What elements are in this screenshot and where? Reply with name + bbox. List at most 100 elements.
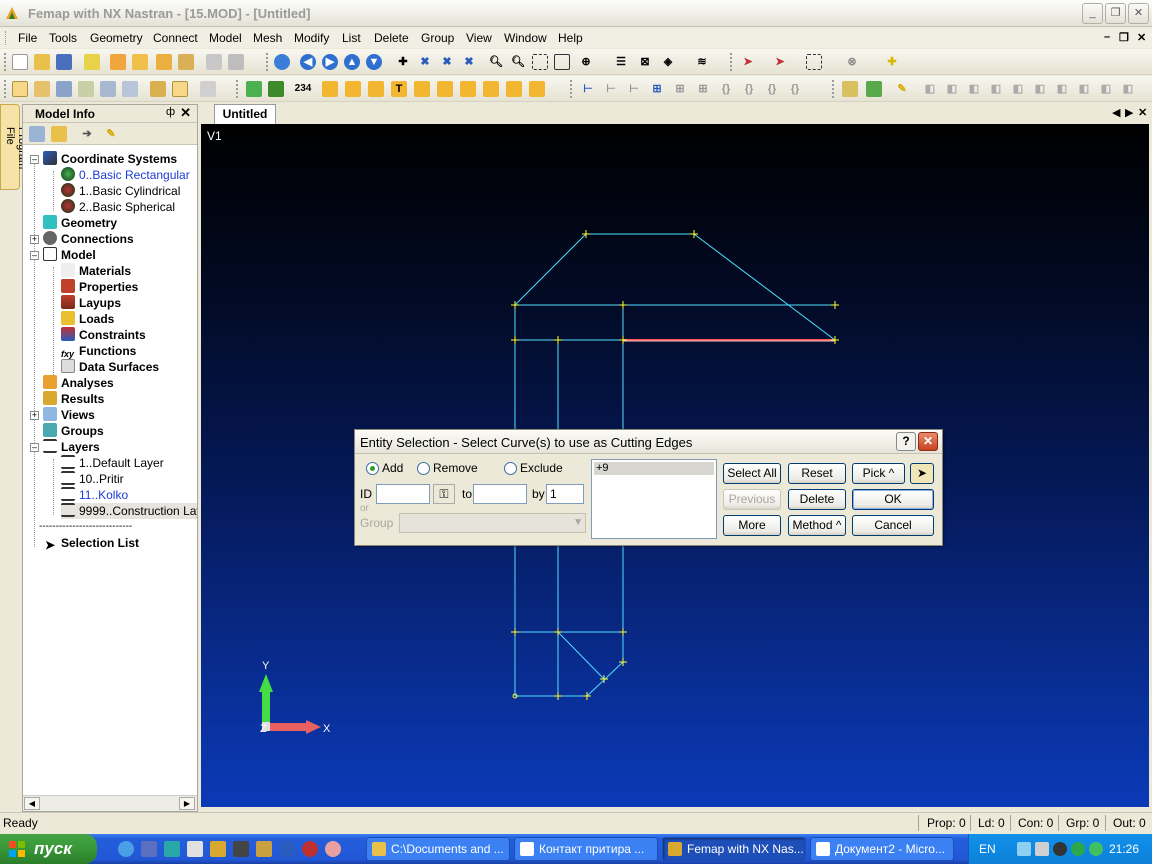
app-stack-icon[interactable] [233, 841, 249, 857]
render-style-icon[interactable]: ◈ [660, 54, 676, 70]
tree-layer-10[interactable]: 10..Pritir [61, 471, 124, 487]
monitor-icon[interactable] [1035, 842, 1049, 856]
tree-cs-1[interactable]: 1..Basic Cylindrical [61, 183, 180, 199]
method-button[interactable]: Method ^ [788, 515, 846, 536]
geometry-check-icon[interactable] [866, 81, 882, 97]
select-all-button[interactable]: Select All [723, 463, 781, 484]
task-word-contact[interactable]: Контакт притира ... [514, 837, 658, 861]
network-icon[interactable] [1017, 842, 1031, 856]
snap-group-icon[interactable] [529, 81, 545, 97]
tree-functions[interactable]: fxy Functions [61, 343, 136, 359]
toolbar-grip[interactable] [4, 80, 7, 98]
menu-connect[interactable]: Connect [153, 31, 198, 45]
scroll-left-icon[interactable]: ◀ [24, 797, 40, 810]
snap-element-icon[interactable] [460, 81, 476, 97]
align-left-icon[interactable]: ⊢ [580, 81, 596, 97]
add-point-icon[interactable]: ✚ [884, 54, 900, 70]
brush-icon[interactable]: ✎ [103, 126, 119, 142]
delete-entity-icon[interactable]: ⊗ [844, 54, 860, 70]
tree-data-surfaces[interactable]: Data Surfaces [61, 359, 159, 375]
tree-view-icon[interactable] [29, 126, 45, 142]
pick-button[interactable]: Pick ^ [852, 463, 905, 484]
brace-4-icon[interactable]: {} [787, 81, 803, 97]
task-femap[interactable]: Femap with NX Nas... [662, 837, 806, 861]
grid-off-icon[interactable]: ⊞ [672, 81, 688, 97]
task-word-doc2[interactable]: Документ2 - Micro... [810, 837, 954, 861]
tree-cs-0[interactable]: 0..Basic Rectangular [61, 167, 190, 183]
element-tool-icon[interactable] [156, 54, 172, 70]
solid-10-icon[interactable]: ◧ [1120, 81, 1136, 97]
list-item[interactable]: +9 [594, 462, 714, 475]
toggle-view-icon[interactable]: ⊠ [637, 54, 653, 70]
ok-button[interactable]: OK [852, 489, 934, 510]
menu-mesh[interactable]: Mesh [253, 31, 282, 45]
language-indicator[interactable]: EN [979, 842, 996, 856]
id-pick-icon[interactable]: ⚿ [433, 484, 455, 504]
tray-app-icon[interactable] [1053, 842, 1067, 856]
solid-3-icon[interactable]: ◧ [966, 81, 982, 97]
tree-results[interactable]: Results [43, 391, 104, 407]
menu-tools[interactable]: Tools [49, 31, 77, 45]
tree-analyses[interactable]: Analyses [43, 375, 114, 391]
menu-model[interactable]: Model [209, 31, 242, 45]
femap-quick-icon[interactable] [210, 841, 226, 857]
tab-next-icon[interactable]: ▶ [1125, 106, 1133, 119]
align-center-icon[interactable]: ⊢ [603, 81, 619, 97]
tree-constraints[interactable]: Constraints [61, 327, 146, 343]
program-file-tab[interactable]: Program File [0, 104, 28, 190]
snap-property-icon[interactable] [483, 81, 499, 97]
data-table-icon[interactable] [78, 81, 94, 97]
arrow-icon[interactable]: ➔ [79, 126, 95, 142]
radio-exclude[interactable] [504, 462, 517, 475]
arrow-left-icon[interactable]: ◀ [300, 54, 316, 70]
tab-prev-icon[interactable]: ◀ [1112, 106, 1120, 119]
snap-node-icon[interactable] [345, 81, 361, 97]
select-add-icon[interactable]: ➤ [772, 54, 788, 70]
rotate-view-icon[interactable] [274, 54, 290, 70]
horizontal-scrollbar[interactable]: ◀ ▶ [23, 795, 197, 811]
arrow-down-icon[interactable]: ▼ [366, 54, 382, 70]
calculator-icon[interactable] [187, 841, 203, 857]
tree-model[interactable]: Model [43, 247, 96, 263]
by-input[interactable]: 1 [546, 484, 584, 504]
tab-close-icon[interactable]: ✕ [1138, 106, 1147, 119]
snap-layer-icon[interactable] [506, 81, 522, 97]
layers-stack-icon[interactable]: ≋ [694, 54, 710, 70]
menu-modify[interactable]: Modify [294, 31, 329, 45]
more-button[interactable]: More [723, 515, 781, 536]
geometry-edit-icon[interactable] [842, 81, 858, 97]
tree-coordinate-systems[interactable]: Coordinate Systems [43, 151, 177, 167]
select-group-icon[interactable] [268, 81, 284, 97]
tree-cs-2[interactable]: 2..Basic Spherical [61, 199, 175, 215]
reset-button[interactable]: Reset [788, 463, 846, 484]
meshing-toolbox-icon[interactable] [150, 81, 166, 97]
solid-6-icon[interactable]: ◧ [1032, 81, 1048, 97]
tree-layer-11[interactable]: 11..Kolko [61, 487, 128, 503]
tree-layups[interactable]: Layups [61, 295, 121, 311]
folder-icon[interactable] [51, 126, 67, 142]
expander-views[interactable]: + [30, 411, 39, 420]
solid-9-icon[interactable]: ◧ [1098, 81, 1114, 97]
explorer-icon[interactable] [164, 841, 180, 857]
entity-id-icon[interactable]: 234 [292, 81, 314, 97]
arrow-up-icon[interactable]: ▲ [344, 54, 360, 70]
solid-2-icon[interactable]: ◧ [944, 81, 960, 97]
tree-selection-list[interactable]: ➤ Selection List [43, 535, 139, 552]
tree-connections[interactable]: Connections [43, 231, 134, 247]
load-tool-icon[interactable] [178, 54, 194, 70]
mdi-close-button[interactable]: ✕ [1137, 31, 1146, 44]
menu-window[interactable]: Window [504, 31, 547, 45]
model-info-toggle-icon[interactable] [12, 81, 28, 97]
arrow-right-icon[interactable]: ▶ [322, 54, 338, 70]
solid-1-icon[interactable]: ◧ [922, 81, 938, 97]
entity-editor-icon[interactable] [122, 81, 138, 97]
toolbar-grip[interactable] [266, 53, 269, 71]
menu-list[interactable]: List [342, 31, 361, 45]
pencil-icon[interactable]: ✎ [894, 81, 910, 97]
tree-layer-9999[interactable]: 9999..Construction Lay [61, 503, 197, 519]
save-icon[interactable] [56, 54, 72, 70]
archive-icon[interactable] [256, 841, 272, 857]
toolbar-grip[interactable] [832, 80, 835, 98]
entity-display-icon[interactable]: ☰ [613, 54, 629, 70]
close-icon[interactable]: ✕ [180, 105, 191, 121]
